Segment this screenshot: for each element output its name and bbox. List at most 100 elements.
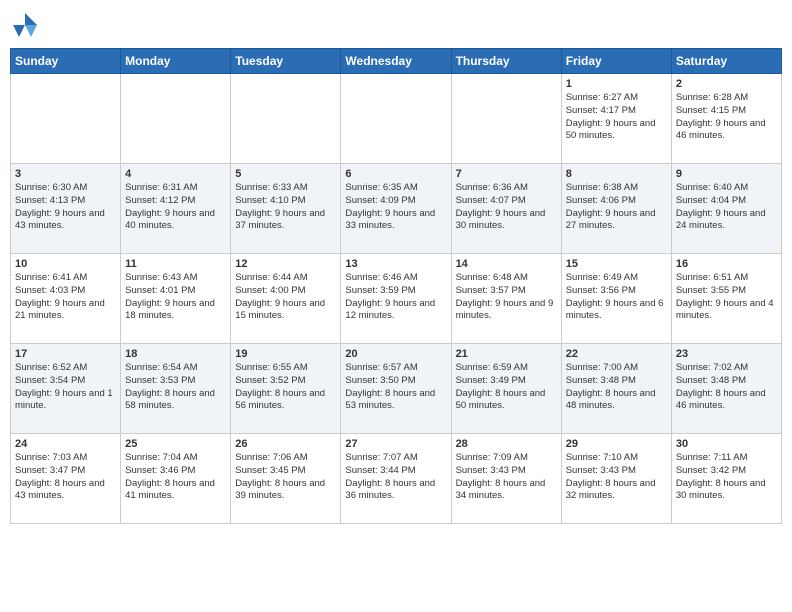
calendar-day-cell: 2 Sunrise: 6:28 AM Sunset: 4:15 PM Daylig…	[671, 74, 781, 164]
calendar-day-cell: 30 Sunrise: 7:11 AM Sunset: 3:42 PM Dayli…	[671, 434, 781, 524]
day-info: Sunrise: 7:11 AM Sunset: 3:42 PM Dayligh…	[676, 452, 777, 503]
day-info: Sunrise: 6:52 AM Sunset: 3:54 PM Dayligh…	[15, 362, 116, 413]
day-info: Sunrise: 6:57 AM Sunset: 3:50 PM Dayligh…	[345, 362, 446, 413]
calendar-day-cell	[231, 74, 341, 164]
day-info: Sunrise: 6:40 AM Sunset: 4:04 PM Dayligh…	[676, 182, 777, 233]
weekday-header: Sunday	[11, 49, 121, 74]
calendar-day-cell: 20 Sunrise: 6:57 AM Sunset: 3:50 PM Dayli…	[341, 344, 451, 434]
weekday-header: Saturday	[671, 49, 781, 74]
calendar-day-cell: 11Sunrise: 6:43 AM Sunset: 4:01 PM Dayli…	[121, 254, 231, 344]
day-number: 23	[676, 348, 777, 360]
day-number: 8	[566, 168, 667, 180]
calendar-day-cell: 3Sunrise: 6:30 AM Sunset: 4:13 PM Daylig…	[11, 164, 121, 254]
day-info: Sunrise: 6:38 AM Sunset: 4:06 PM Dayligh…	[566, 182, 667, 233]
calendar: SundayMondayTuesdayWednesdayThursdayFrid…	[10, 48, 782, 524]
calendar-day-cell: 8 Sunrise: 6:38 AM Sunset: 4:06 PM Daylig…	[561, 164, 671, 254]
calendar-day-cell: 29 Sunrise: 7:10 AM Sunset: 3:43 PM Dayli…	[561, 434, 671, 524]
day-number: 14	[456, 258, 557, 270]
day-info: Sunrise: 6:35 AM Sunset: 4:09 PM Dayligh…	[345, 182, 446, 233]
calendar-week-row: 3Sunrise: 6:30 AM Sunset: 4:13 PM Daylig…	[11, 164, 782, 254]
day-number: 25	[125, 438, 226, 450]
day-info: Sunrise: 7:03 AM Sunset: 3:47 PM Dayligh…	[15, 452, 116, 503]
day-info: Sunrise: 6:48 AM Sunset: 3:57 PM Dayligh…	[456, 272, 557, 323]
day-number: 7	[456, 168, 557, 180]
day-number: 13	[345, 258, 446, 270]
calendar-day-cell: 27 Sunrise: 7:07 AM Sunset: 3:44 PM Dayli…	[341, 434, 451, 524]
day-number: 30	[676, 438, 777, 450]
day-number: 28	[456, 438, 557, 450]
day-info: Sunrise: 7:10 AM Sunset: 3:43 PM Dayligh…	[566, 452, 667, 503]
day-info: Sunrise: 6:31 AM Sunset: 4:12 PM Dayligh…	[125, 182, 226, 233]
day-info: Sunrise: 6:28 AM Sunset: 4:15 PM Dayligh…	[676, 92, 777, 143]
calendar-day-cell: 15Sunrise: 6:49 AM Sunset: 3:56 PM Dayli…	[561, 254, 671, 344]
day-info: Sunrise: 6:46 AM Sunset: 3:59 PM Dayligh…	[345, 272, 446, 323]
day-number: 20	[345, 348, 446, 360]
day-number: 29	[566, 438, 667, 450]
logo	[10, 10, 44, 40]
page-header	[10, 10, 782, 40]
day-number: 10	[15, 258, 116, 270]
day-info: Sunrise: 7:00 AM Sunset: 3:48 PM Dayligh…	[566, 362, 667, 413]
day-info: Sunrise: 7:07 AM Sunset: 3:44 PM Dayligh…	[345, 452, 446, 503]
calendar-day-cell: 22 Sunrise: 7:00 AM Sunset: 3:48 PM Dayli…	[561, 344, 671, 434]
weekday-header: Friday	[561, 49, 671, 74]
weekday-header: Tuesday	[231, 49, 341, 74]
calendar-header-row: SundayMondayTuesdayWednesdayThursdayFrid…	[11, 49, 782, 74]
calendar-day-cell: 6 Sunrise: 6:35 AM Sunset: 4:09 PM Daylig…	[341, 164, 451, 254]
day-info: Sunrise: 7:02 AM Sunset: 3:48 PM Dayligh…	[676, 362, 777, 413]
calendar-day-cell: 4Sunrise: 6:31 AM Sunset: 4:12 PM Daylig…	[121, 164, 231, 254]
day-info: Sunrise: 7:04 AM Sunset: 3:46 PM Dayligh…	[125, 452, 226, 503]
calendar-day-cell	[121, 74, 231, 164]
day-info: Sunrise: 6:36 AM Sunset: 4:07 PM Dayligh…	[456, 182, 557, 233]
calendar-day-cell: 1Sunrise: 6:27 AM Sunset: 4:17 PM Daylig…	[561, 74, 671, 164]
day-number: 1	[566, 78, 667, 90]
calendar-day-cell	[341, 74, 451, 164]
day-info: Sunrise: 6:33 AM Sunset: 4:10 PM Dayligh…	[235, 182, 336, 233]
calendar-day-cell: 12 Sunrise: 6:44 AM Sunset: 4:00 PM Dayli…	[231, 254, 341, 344]
day-info: Sunrise: 7:06 AM Sunset: 3:45 PM Dayligh…	[235, 452, 336, 503]
day-number: 26	[235, 438, 336, 450]
calendar-day-cell: 5 Sunrise: 6:33 AM Sunset: 4:10 PM Daylig…	[231, 164, 341, 254]
calendar-day-cell: 16 Sunrise: 6:51 AM Sunset: 3:55 PM Dayli…	[671, 254, 781, 344]
calendar-week-row: 10 Sunrise: 6:41 AM Sunset: 4:03 PM Dayli…	[11, 254, 782, 344]
weekday-header: Monday	[121, 49, 231, 74]
calendar-day-cell: 7 Sunrise: 6:36 AM Sunset: 4:07 PM Daylig…	[451, 164, 561, 254]
day-info: Sunrise: 6:41 AM Sunset: 4:03 PM Dayligh…	[15, 272, 116, 323]
calendar-day-cell: 18Sunrise: 6:54 AM Sunset: 3:53 PM Dayli…	[121, 344, 231, 434]
calendar-day-cell: 24Sunrise: 7:03 AM Sunset: 3:47 PM Dayli…	[11, 434, 121, 524]
day-info: Sunrise: 6:51 AM Sunset: 3:55 PM Dayligh…	[676, 272, 777, 323]
calendar-day-cell: 10 Sunrise: 6:41 AM Sunset: 4:03 PM Dayli…	[11, 254, 121, 344]
day-info: Sunrise: 6:49 AM Sunset: 3:56 PM Dayligh…	[566, 272, 667, 323]
day-number: 27	[345, 438, 446, 450]
calendar-day-cell: 21 Sunrise: 6:59 AM Sunset: 3:49 PM Dayli…	[451, 344, 561, 434]
weekday-header: Thursday	[451, 49, 561, 74]
day-info: Sunrise: 6:59 AM Sunset: 3:49 PM Dayligh…	[456, 362, 557, 413]
calendar-day-cell: 23 Sunrise: 7:02 AM Sunset: 3:48 PM Dayli…	[671, 344, 781, 434]
day-number: 2	[676, 78, 777, 90]
calendar-day-cell: 9 Sunrise: 6:40 AM Sunset: 4:04 PM Daylig…	[671, 164, 781, 254]
day-number: 9	[676, 168, 777, 180]
calendar-day-cell: 19Sunrise: 6:55 AM Sunset: 3:52 PM Dayli…	[231, 344, 341, 434]
day-number: 17	[15, 348, 116, 360]
day-number: 6	[345, 168, 446, 180]
calendar-day-cell: 17 Sunrise: 6:52 AM Sunset: 3:54 PM Dayli…	[11, 344, 121, 434]
calendar-day-cell	[451, 74, 561, 164]
day-number: 21	[456, 348, 557, 360]
day-number: 16	[676, 258, 777, 270]
calendar-day-cell: 26 Sunrise: 7:06 AM Sunset: 3:45 PM Dayli…	[231, 434, 341, 524]
logo-icon	[10, 10, 40, 40]
calendar-week-row: 24Sunrise: 7:03 AM Sunset: 3:47 PM Dayli…	[11, 434, 782, 524]
day-number: 12	[235, 258, 336, 270]
day-info: Sunrise: 6:30 AM Sunset: 4:13 PM Dayligh…	[15, 182, 116, 233]
day-number: 22	[566, 348, 667, 360]
day-number: 18	[125, 348, 226, 360]
day-info: Sunrise: 6:44 AM Sunset: 4:00 PM Dayligh…	[235, 272, 336, 323]
day-number: 11	[125, 258, 226, 270]
calendar-week-row: 17 Sunrise: 6:52 AM Sunset: 3:54 PM Dayli…	[11, 344, 782, 434]
calendar-day-cell	[11, 74, 121, 164]
calendar-day-cell: 14 Sunrise: 6:48 AM Sunset: 3:57 PM Dayli…	[451, 254, 561, 344]
calendar-day-cell: 28Sunrise: 7:09 AM Sunset: 3:43 PM Dayli…	[451, 434, 561, 524]
day-number: 5	[235, 168, 336, 180]
calendar-week-row: 1Sunrise: 6:27 AM Sunset: 4:17 PM Daylig…	[11, 74, 782, 164]
weekday-header: Wednesday	[341, 49, 451, 74]
